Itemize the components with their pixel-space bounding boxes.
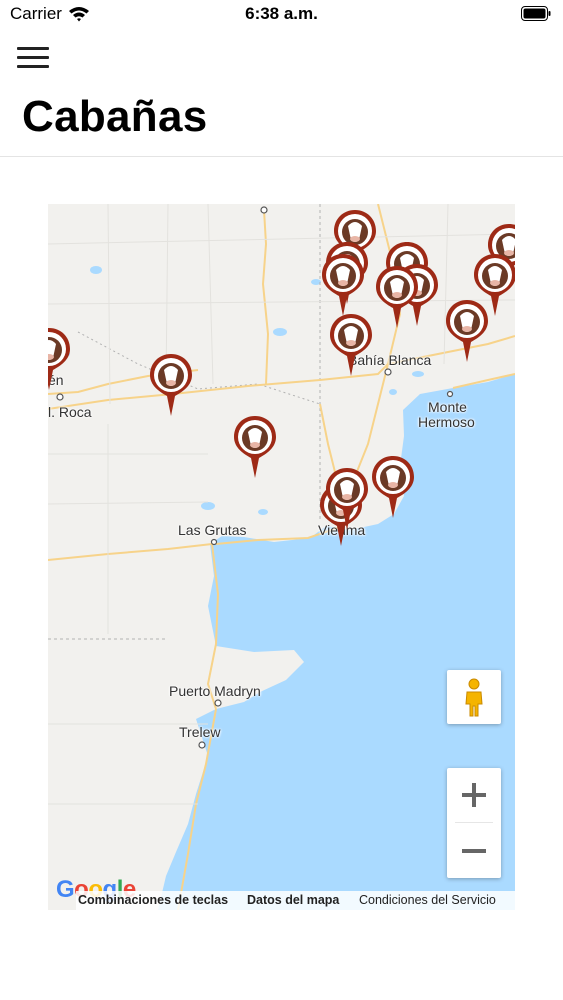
map-label-trelew: Trelew [179,724,221,740]
header-divider [0,156,563,157]
page-title: Cabañas [22,92,208,141]
map-label-puerto-madryn: Puerto Madryn [169,683,261,699]
map-pin[interactable] [370,454,416,520]
map-pin[interactable] [324,466,370,532]
map-pin[interactable] [48,326,72,392]
menu-button[interactable] [15,44,51,72]
map-label-monte: Monte [428,399,467,415]
map-pin[interactable] [374,264,420,330]
zoom-out-button[interactable] [447,824,501,878]
hamburger-icon-bar [17,56,49,59]
battery-icon [521,6,551,21]
map-pin[interactable] [328,312,374,378]
map-pin[interactable] [444,298,490,364]
hamburger-icon-bar [17,47,49,50]
zoom-in-button[interactable] [447,768,501,822]
street-view-button[interactable] [447,670,501,724]
keyboard-shortcuts-link[interactable]: Combinaciones de teclas [78,893,228,907]
terms-link[interactable]: Condiciones del Servicio [359,893,496,907]
map-attribution: Combinaciones de teclas Datos del mapa C… [76,891,515,910]
minus-icon [462,849,486,853]
map-pin[interactable] [232,414,278,480]
map-label-roca: l. Roca [48,404,92,420]
map-data-link[interactable]: Datos del mapa [247,893,339,907]
map-pin[interactable] [148,352,194,418]
pegman-icon [465,678,483,717]
plus-icon [462,783,486,807]
map-label-hermoso: Hermoso [418,414,475,430]
map-label-las-grutas: Las Grutas [178,522,247,538]
hamburger-icon-bar [17,65,49,68]
zoom-control [447,768,501,878]
clock: 6:38 a.m. [245,4,318,23]
zoom-divider [455,822,493,823]
status-bar: Carrier 6:38 a.m. [0,0,563,30]
map-view[interactable]: Bahía Blanca Monte Hermoso l. Roca én La… [48,204,515,910]
map-pin[interactable] [320,252,366,318]
